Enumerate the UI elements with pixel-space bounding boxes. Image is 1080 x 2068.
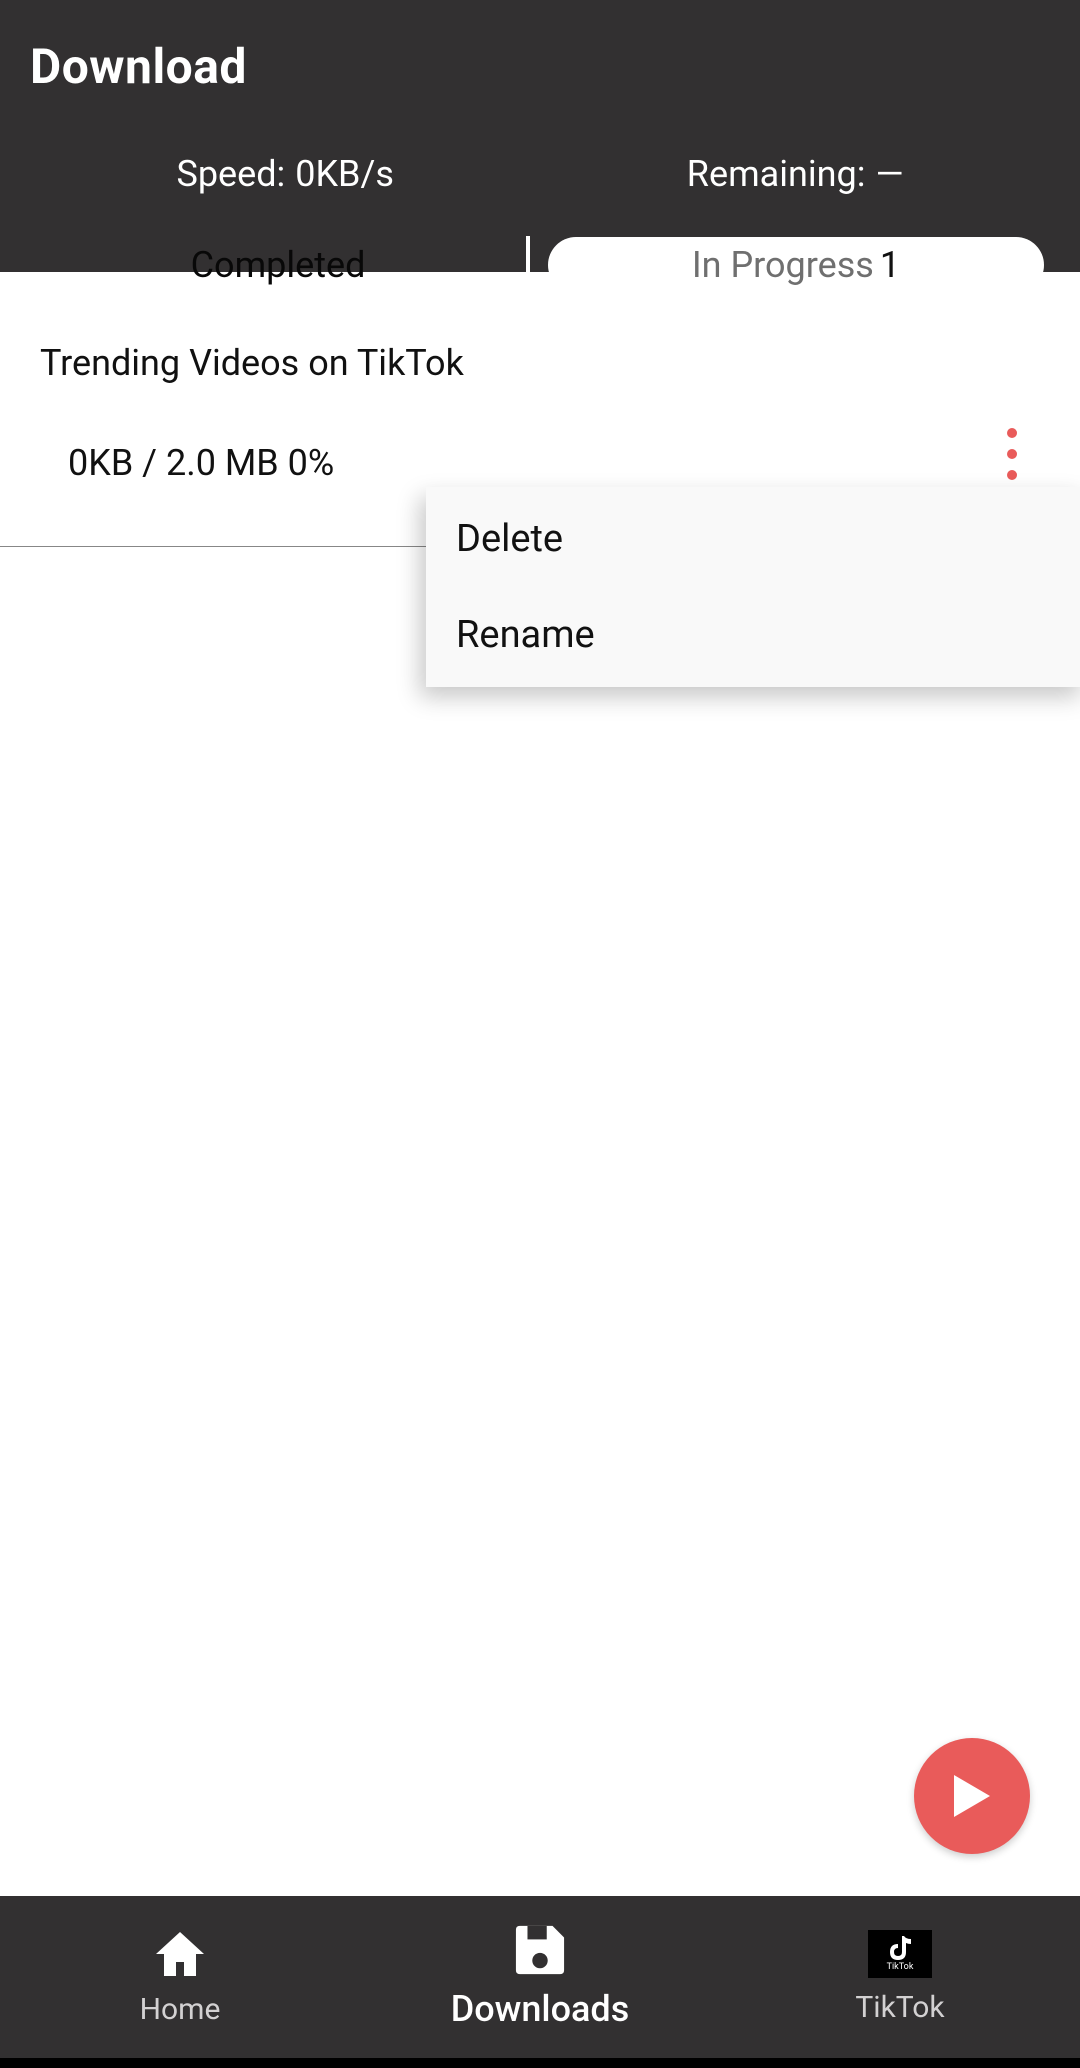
more-options-button[interactable] bbox=[992, 428, 1032, 480]
tab-in-progress-label: In Progress bbox=[692, 244, 874, 286]
nav-downloads-label: Downloads bbox=[451, 1988, 630, 2030]
page-title: Download bbox=[30, 38, 1050, 95]
context-menu: Delete Rename bbox=[426, 487, 1080, 687]
remaining-value: — bbox=[875, 153, 903, 195]
tab-divider bbox=[526, 236, 530, 294]
header: Download Speed: 0KB/s Remaining: — Compl… bbox=[0, 0, 1080, 272]
play-fab-button[interactable] bbox=[914, 1738, 1030, 1854]
nav-tiktok[interactable]: TikTok TikTok bbox=[720, 1896, 1080, 2058]
download-item-title: Trending Videos on TikTok bbox=[40, 342, 1040, 384]
speed-value: 0KB/s bbox=[295, 153, 394, 195]
more-dots-icon bbox=[1007, 470, 1017, 480]
nav-home[interactable]: Home bbox=[0, 1896, 360, 2058]
speed-label: Speed: bbox=[176, 153, 285, 195]
tab-in-progress-count: 1 bbox=[880, 244, 900, 286]
stats-row: Speed: 0KB/s Remaining: — bbox=[30, 153, 1050, 195]
save-icon bbox=[514, 1924, 566, 1976]
menu-rename[interactable]: Rename bbox=[426, 591, 1080, 687]
bottom-nav: Home Downloads TikTok TikTok bbox=[0, 1896, 1080, 2068]
nav-home-label: Home bbox=[140, 1992, 221, 2027]
tab-in-progress[interactable]: In Progress1 bbox=[548, 237, 1044, 293]
tab-completed[interactable]: Completed bbox=[30, 244, 526, 286]
tiktok-icon: TikTok bbox=[868, 1930, 932, 1978]
tiktok-icon-text: TikTok bbox=[887, 1963, 914, 1972]
nav-downloads[interactable]: Downloads bbox=[360, 1896, 720, 2058]
home-icon bbox=[154, 1928, 206, 1980]
more-dots-icon bbox=[1007, 449, 1017, 459]
download-item-progress: 0KB / 2.0 MB 0% bbox=[40, 442, 1040, 484]
play-icon bbox=[952, 1773, 992, 1819]
nav-tiktok-label: TikTok bbox=[855, 1990, 944, 2025]
remaining-stat: Remaining: — bbox=[687, 153, 904, 195]
menu-delete[interactable]: Delete bbox=[426, 487, 1080, 591]
speed-stat: Speed: 0KB/s bbox=[176, 153, 393, 195]
more-dots-icon bbox=[1007, 428, 1017, 438]
remaining-label: Remaining: bbox=[687, 153, 866, 195]
